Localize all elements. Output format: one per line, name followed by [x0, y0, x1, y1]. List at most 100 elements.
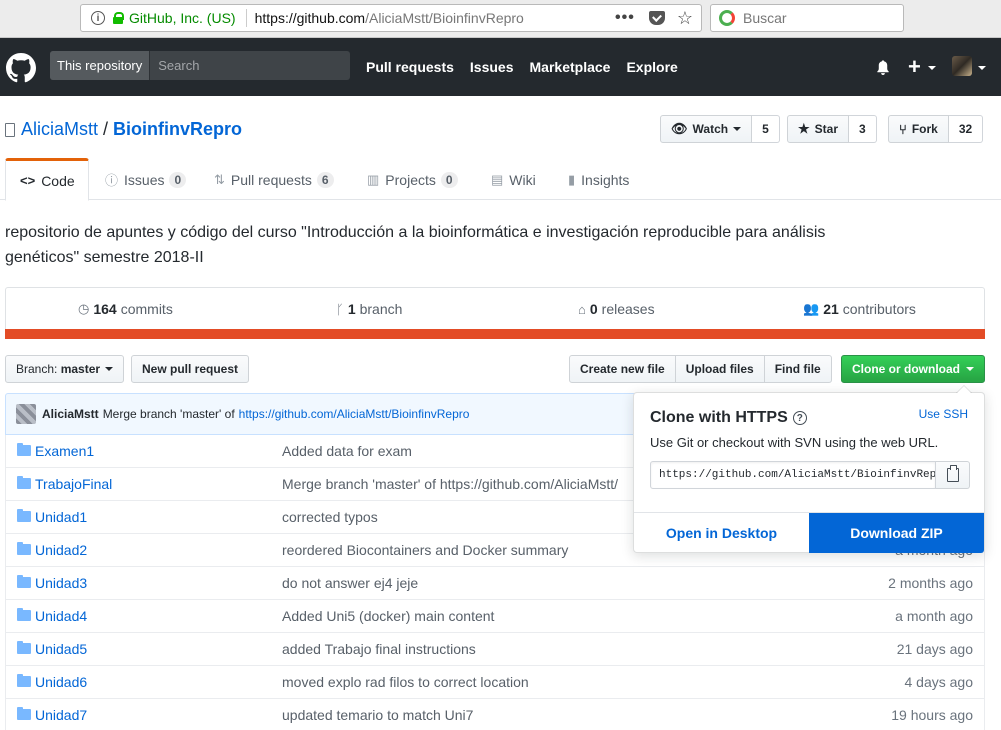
clone-label: Clone or download	[852, 362, 960, 376]
commit-message-link[interactable]: corrected typos	[282, 509, 378, 525]
releases-link[interactable]: ⌂ 0 releases	[578, 301, 655, 317]
url-text[interactable]: https://github.com/AliciaMstt/BioinfinvR…	[255, 10, 615, 26]
language-bar[interactable]	[5, 329, 985, 339]
folder-icon	[17, 641, 31, 654]
star-count[interactable]: 3	[849, 115, 877, 143]
commit-message-link[interactable]: reordered Biocontainers and Docker summa…	[282, 542, 568, 558]
commit-author[interactable]: AliciaMstt	[42, 407, 99, 421]
address-bar[interactable]: i GitHub, Inc. (US) https://github.com/A…	[80, 4, 702, 32]
watch-count[interactable]: 5	[752, 115, 780, 143]
help-icon[interactable]: ?	[792, 411, 807, 425]
tab-issues[interactable]: ⓘ Issues 0	[105, 158, 187, 201]
open-in-desktop-button[interactable]: Open in Desktop	[634, 513, 809, 553]
star-button[interactable]: ★ Star	[787, 115, 849, 143]
branches-link[interactable]: ᚴ 1 branch	[336, 301, 402, 317]
avatar[interactable]	[16, 404, 36, 424]
repo-name-link[interactable]: BioinfinvRepro	[113, 119, 242, 140]
commit-link[interactable]: https://github.com/AliciaMstt/BioinfinvR…	[239, 407, 470, 421]
commit-message-link[interactable]: Added data for exam	[282, 443, 412, 459]
new-pull-request-button[interactable]: New pull request	[131, 355, 250, 383]
tag-icon: ⌂	[578, 301, 586, 317]
commit-message-link[interactable]: do not answer ej4 jeje	[282, 575, 418, 591]
eye-icon: 👁	[671, 121, 688, 136]
commit-message-link[interactable]: added Trabajo final instructions	[282, 641, 476, 657]
bell-icon[interactable]	[876, 60, 890, 75]
project-icon: ▥	[367, 171, 380, 187]
file-name-link[interactable]: Examen1	[35, 443, 94, 459]
create-caret-icon[interactable]	[928, 66, 936, 70]
commit-message[interactable]: Merge branch 'master' of	[103, 407, 235, 421]
lock-icon	[113, 12, 124, 24]
commit-message-link[interactable]: Added Uni5 (docker) main content	[282, 608, 494, 624]
commits-link[interactable]: ◷ 164 commits	[78, 301, 173, 317]
header-nav: Pull requests Issues Marketplace Explore	[366, 59, 694, 75]
clone-actions: Open in Desktop Download ZIP	[634, 512, 984, 553]
code-icon: <>	[20, 173, 36, 188]
github-logo-icon[interactable]	[6, 53, 36, 83]
file-name-link[interactable]: Unidad2	[35, 542, 87, 558]
file-name-link[interactable]: Unidad1	[35, 509, 87, 525]
folder-icon	[17, 608, 31, 621]
issue-icon: ⓘ	[105, 173, 119, 188]
tab-insights[interactable]: ▮ Insights	[568, 158, 629, 201]
github-header: This repository Search Pull requests Iss…	[0, 38, 1001, 96]
commit-message-link[interactable]: updated temario to match Uni7	[282, 707, 473, 723]
commit-message-link[interactable]: Merge branch 'master' of https://github.…	[282, 476, 618, 492]
clone-url-group: https://github.com/AliciaMstt/BioinfinvR…	[650, 461, 970, 489]
contributors-link[interactable]: 👥 21 contributors	[803, 301, 916, 317]
bookmark-star-icon[interactable]: ☆	[677, 8, 693, 29]
file-name-link[interactable]: Unidad6	[35, 674, 87, 690]
nav-explore[interactable]: Explore	[626, 59, 677, 75]
branch-icon: ᚴ	[336, 301, 344, 317]
search-engine-icon[interactable]	[719, 10, 735, 26]
tab-wiki[interactable]: ▤ Wiki	[491, 158, 536, 201]
file-name-link[interactable]: Unidad7	[35, 707, 87, 723]
folder-icon	[17, 575, 31, 588]
commit-message-link[interactable]: moved explo rad filos to correct locatio…	[282, 674, 529, 690]
download-zip-button[interactable]: Download ZIP	[809, 513, 984, 553]
watch-group: 👁 Watch 5	[660, 115, 780, 143]
clone-title: Clone with HTTPS?	[650, 409, 807, 427]
file-name-link[interactable]: Unidad4	[35, 608, 87, 624]
caret-down-icon	[105, 367, 114, 371]
find-file-button[interactable]: Find file	[764, 355, 832, 383]
repo-search-input[interactable]: This repository Search	[50, 51, 350, 80]
path-separator: /	[103, 119, 109, 139]
table-row: Unidad6 moved explo rad filos to correct …	[5, 666, 985, 699]
fork-button[interactable]: ⑂ Fork	[888, 115, 949, 143]
tab-code[interactable]: <> Code	[5, 158, 89, 201]
tab-projects[interactable]: ▥ Projects 0	[367, 158, 458, 201]
repo-owner-link[interactable]: AliciaMstt	[21, 119, 98, 140]
file-name-link[interactable]: Unidad3	[35, 575, 87, 591]
nav-pull-requests[interactable]: Pull requests	[366, 59, 454, 75]
upload-files-button[interactable]: Upload files	[675, 355, 765, 383]
browser-search-field[interactable]: Buscar	[710, 4, 904, 32]
info-icon[interactable]: i	[91, 11, 105, 25]
fork-count[interactable]: 32	[948, 115, 984, 143]
nav-marketplace[interactable]: Marketplace	[530, 59, 611, 75]
copy-to-clipboard-button[interactable]	[936, 461, 970, 489]
tab-pull-requests[interactable]: ⇅ Pull requests 6	[214, 158, 334, 201]
site-identity[interactable]: GitHub, Inc. (US)	[129, 10, 236, 26]
projects-counter: 0	[440, 171, 458, 188]
branch-prefix: Branch:	[16, 362, 58, 376]
profile-caret-icon[interactable]	[978, 66, 986, 70]
fork-icon: ⑂	[899, 121, 907, 137]
branch-select[interactable]: Branch: master	[5, 355, 125, 383]
nav-issues[interactable]: Issues	[470, 59, 514, 75]
pocket-icon[interactable]	[648, 11, 665, 25]
plus-icon[interactable]: +	[908, 54, 921, 80]
table-row: Unidad4 Added Uni5 (docker) main content a…	[5, 600, 985, 633]
file-name-link[interactable]: Unidad5	[35, 641, 87, 657]
book-icon: ▤	[491, 171, 504, 187]
avatar[interactable]	[952, 56, 972, 76]
watch-button[interactable]: 👁 Watch	[660, 115, 753, 143]
file-name-link[interactable]: TrabajoFinal	[35, 476, 112, 492]
use-ssh-link[interactable]: Use SSH	[919, 407, 968, 421]
commit-age: 4 days ago	[904, 674, 974, 690]
page-actions-icon[interactable]: •••	[615, 9, 635, 27]
clone-url-input[interactable]: https://github.com/AliciaMstt/BioinfinvR…	[650, 461, 936, 489]
create-new-file-button[interactable]: Create new file	[569, 355, 676, 383]
folder-icon	[17, 476, 31, 489]
clone-or-download-button[interactable]: Clone or download	[841, 355, 985, 383]
